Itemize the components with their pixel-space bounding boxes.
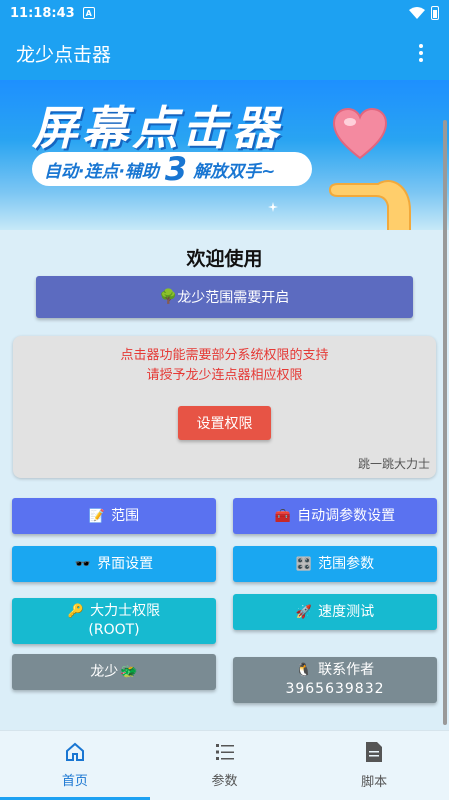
heart-icon — [332, 108, 388, 160]
memo-icon: 📝 — [88, 508, 106, 524]
banner-pill-right: 解放双手~ — [193, 161, 276, 182]
status-bar: 11:18:43 A — [0, 0, 449, 26]
set-permission-button[interactable]: 设置权限 — [178, 406, 271, 440]
wifi-icon — [409, 7, 425, 19]
sparkle-icon — [268, 202, 278, 212]
nav-params-label: 参数 — [211, 774, 238, 789]
nav-item-script[interactable]: 脚本 — [299, 731, 449, 800]
home-icon — [65, 742, 84, 761]
speed-test-label: 速度测试 — [318, 603, 375, 620]
range-params-label: 范围参数 — [318, 555, 375, 572]
root-label: 大力士权限 — [90, 603, 161, 619]
permission-message: 点击器功能需要部分系统权限的支持 请授予龙少连点器相应权限 — [13, 346, 436, 386]
contact-number: 3965639832 — [285, 681, 385, 697]
scrollbar[interactable] — [443, 120, 447, 725]
auto-params-label: 自动调参数设置 — [297, 507, 396, 524]
app-bar: 龙少点击器 — [0, 26, 449, 80]
root-permission-button[interactable]: 🔑 大力士权限 (ROOT) — [12, 598, 216, 644]
welcome-heading: 欢迎使用 — [186, 248, 263, 270]
permission-line-1: 点击器功能需要部分系统权限的支持 — [120, 348, 329, 363]
overflow-menu-icon[interactable] — [409, 41, 433, 65]
ui-settings-button[interactable]: 🕶️ 界面设置 — [12, 546, 216, 582]
speed-test-button[interactable]: 🚀 速度测试 — [233, 594, 437, 630]
document-icon — [366, 742, 383, 762]
penguin-icon: 🐧 — [295, 663, 313, 678]
ui-settings-label: 界面设置 — [97, 555, 154, 572]
range-button[interactable]: 📝 范围 — [12, 498, 216, 534]
bottom-navigation: 首页 参数 脚本 — [0, 730, 449, 800]
permission-card: 点击器功能需要部分系统权限的支持 请授予龙少连点器相应权限 设置权限 跳一跳大力… — [13, 336, 436, 478]
sunglasses-icon: 🕶️ — [74, 556, 92, 572]
promo-banner: 屏幕点击器 自动·连点·辅助 3 解放双手~ — [0, 80, 449, 230]
key-icon: 🔑 — [67, 604, 85, 619]
range-enable-button[interactable]: 🌳 龙少范围需要开启 — [36, 276, 413, 318]
contact-author-button[interactable]: 🐧 联系作者 3965639832 — [233, 657, 437, 703]
root-line-2: (ROOT) — [88, 622, 140, 638]
longshao-button[interactable]: 龙少 🐲 — [12, 654, 216, 690]
control-knobs-icon: 🎛️ — [295, 556, 313, 572]
app-title: 龙少点击器 — [16, 43, 112, 66]
auto-params-button[interactable]: 🧰 自动调参数设置 — [233, 498, 437, 534]
toolbox-icon: 🧰 — [274, 508, 292, 524]
status-icons — [409, 6, 439, 20]
permission-line-2: 请授予龙少连点器相应权限 — [146, 368, 303, 383]
range-params-button[interactable]: 🎛️ 范围参数 — [233, 546, 437, 582]
list-icon — [215, 744, 234, 760]
contact-line-1: 🐧 联系作者 — [296, 661, 374, 680]
banner-pill-number: 3 — [164, 150, 188, 188]
contact-label: 联系作者 — [318, 662, 375, 678]
range-enable-label: 龙少范围需要开启 — [177, 290, 290, 306]
battery-icon — [431, 6, 439, 20]
banner-pill-left: 自动·连点·辅助 — [44, 161, 159, 182]
nav-script-label: 脚本 — [361, 775, 388, 790]
dragon-icon: 🐲 — [120, 663, 138, 680]
banner-title: 屏幕点击器 — [32, 101, 282, 155]
nav-home-label: 首页 — [61, 774, 88, 789]
notification-a-icon: A — [82, 7, 95, 19]
nav-item-params[interactable]: 参数 — [150, 731, 300, 800]
longshao-label: 龙少 — [90, 663, 119, 680]
nav-item-home[interactable]: 首页 — [0, 731, 150, 800]
banner-pill: 自动·连点·辅助 3 解放双手~ — [32, 150, 312, 188]
permission-author-label: 跳一跳大力士 — [357, 457, 430, 471]
root-line-1: 🔑 大力士权限 — [68, 602, 160, 621]
range-button-label: 范围 — [111, 507, 140, 524]
status-time: 11:18:43 — [10, 5, 75, 21]
pointing-hand-icon — [328, 180, 411, 230]
tree-icon: 🌳 — [159, 289, 178, 305]
rocket-icon: 🚀 — [295, 604, 313, 620]
